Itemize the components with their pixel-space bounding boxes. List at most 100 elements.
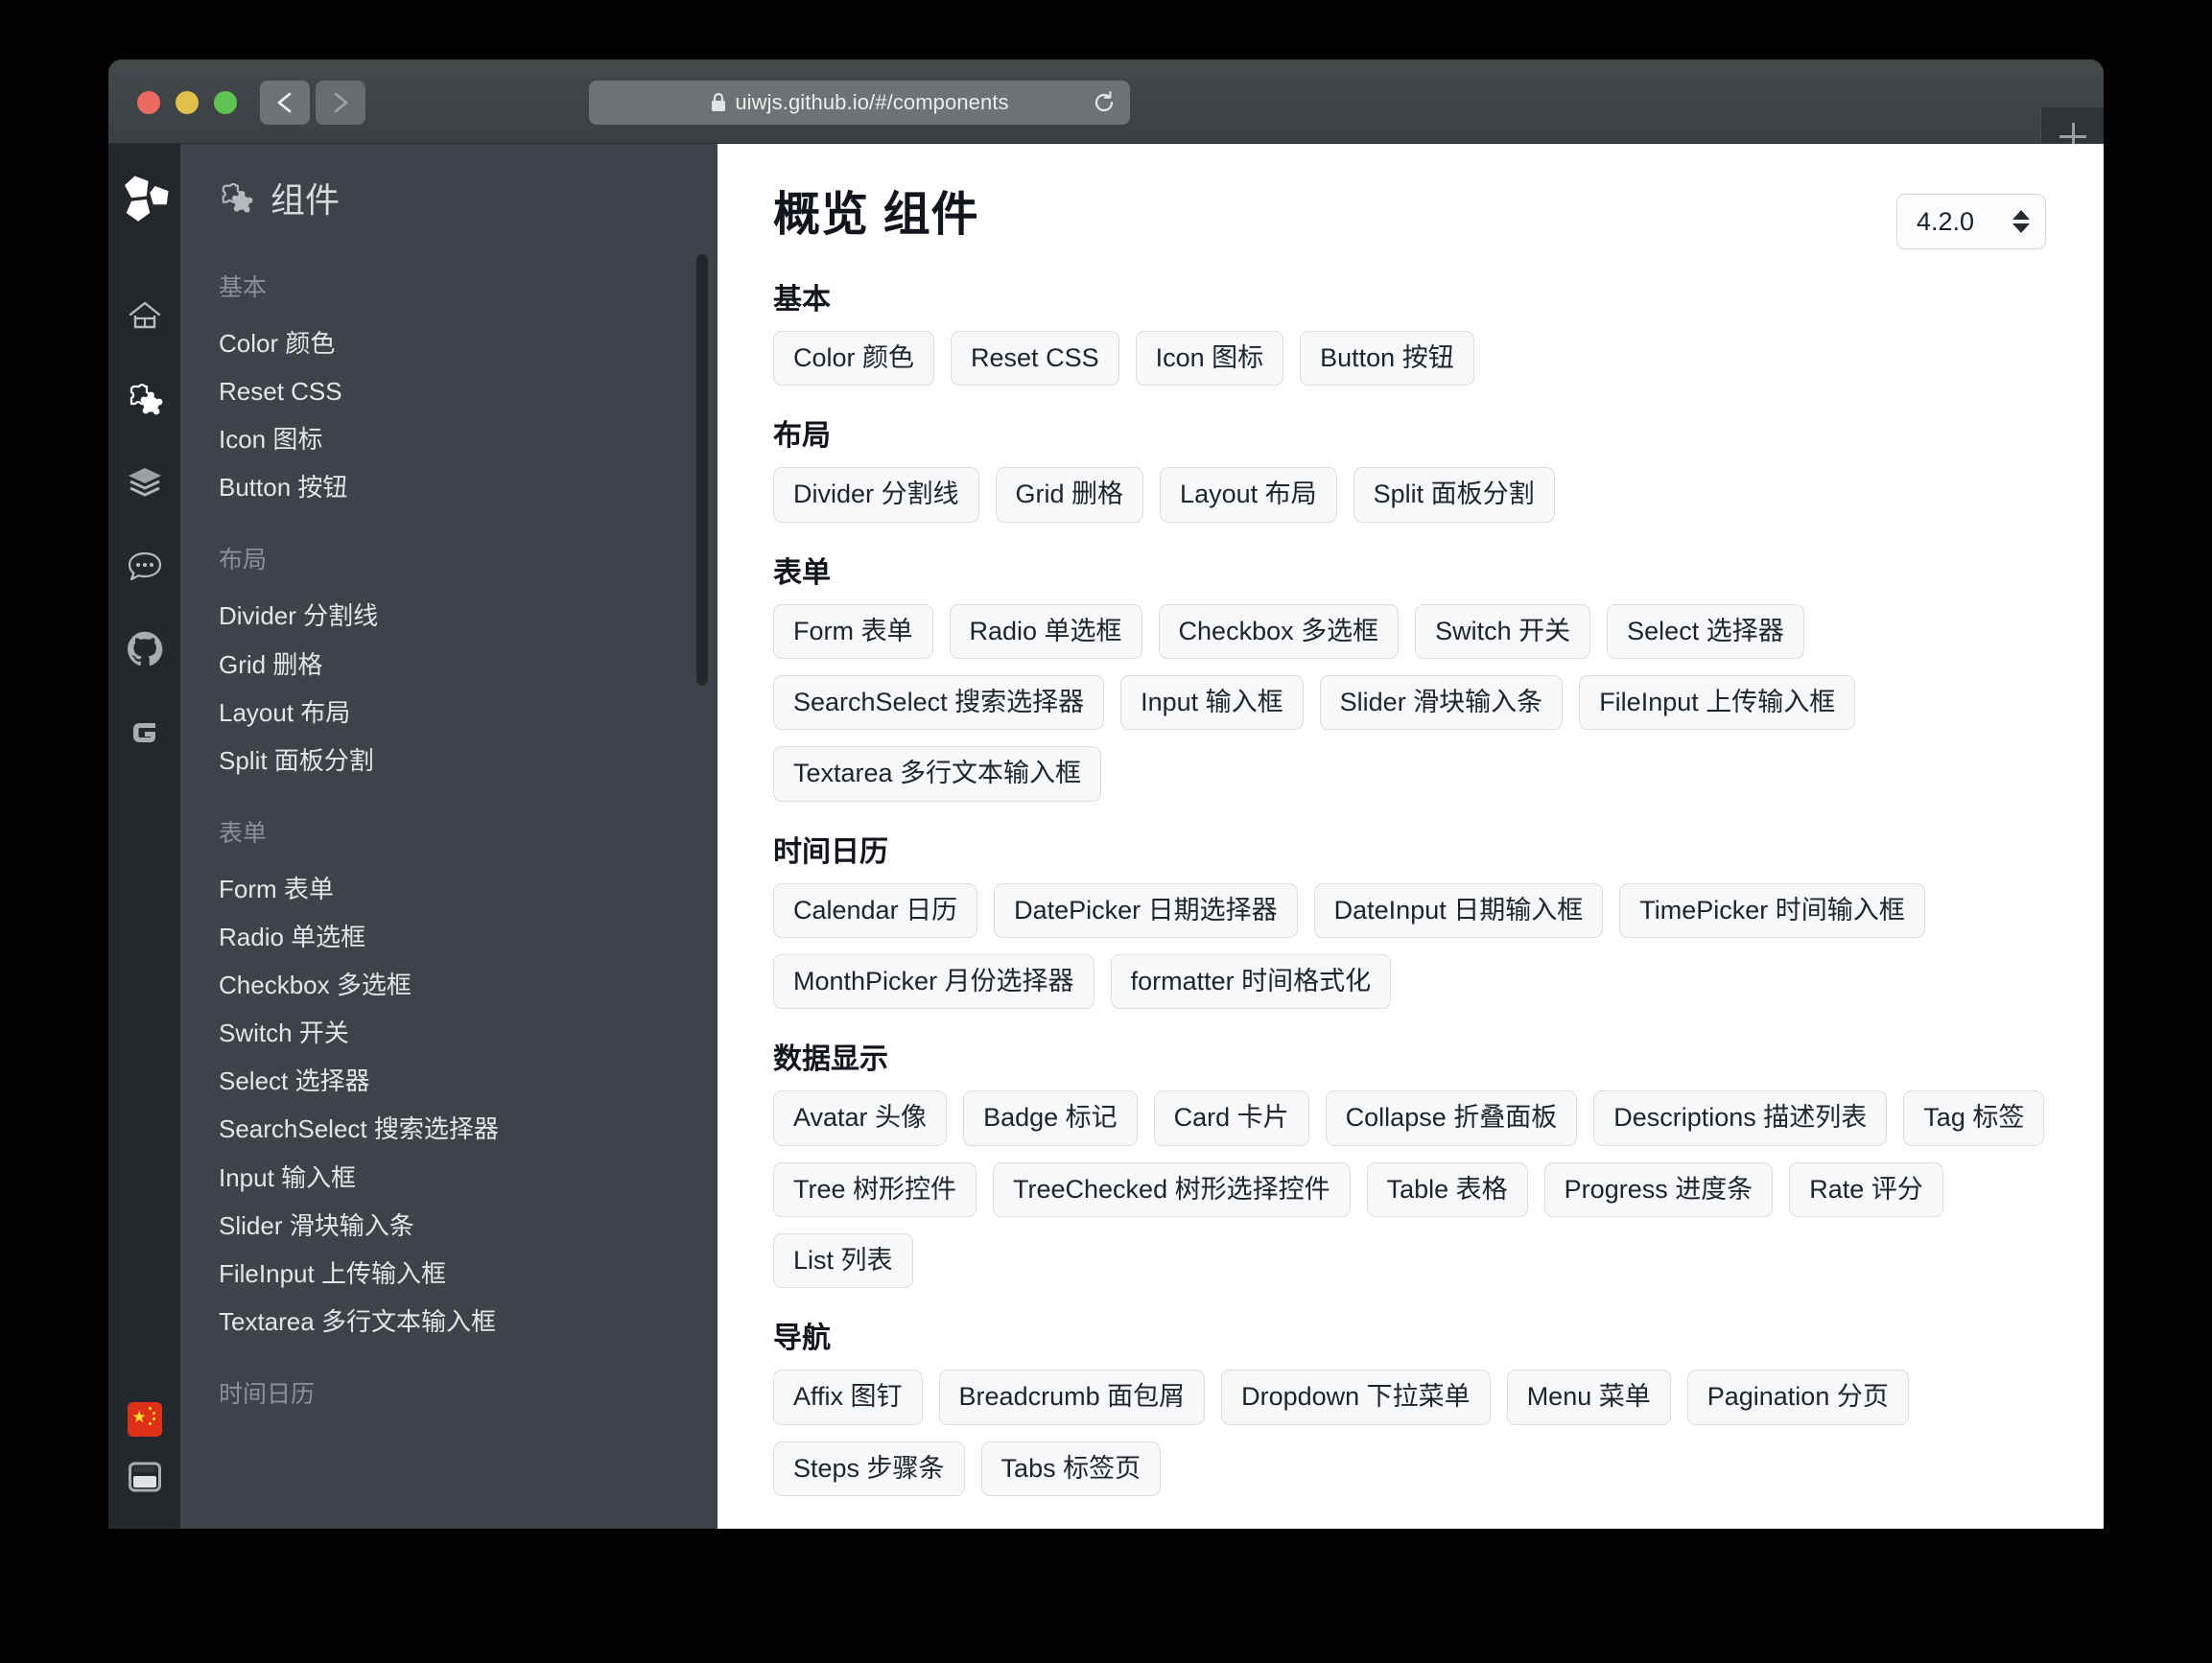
chip-row: Color 颜色 Reset CSS Icon 图标 Button 按钮 xyxy=(773,331,2046,386)
nav-group-label: 布局 xyxy=(219,547,268,574)
component-link-chip[interactable]: Affix 图钉 xyxy=(773,1370,923,1425)
sidebar-nav-item[interactable]: Split 面板分割 xyxy=(219,738,718,785)
sidebar-nav-item[interactable]: Input 输入框 xyxy=(219,1155,718,1203)
component-link-chip[interactable]: Progress 进度条 xyxy=(1543,1161,1774,1218)
version-select[interactable]: 4.2.0 xyxy=(1896,194,2046,249)
chevron-left-icon xyxy=(277,92,292,113)
component-section: 数据显示 Avatar 头像 Badge 标记 Card 卡片 Collapse 折叠面… xyxy=(773,1045,2046,1289)
sidebar-item-github[interactable] xyxy=(125,629,165,669)
sidebar-nav-item[interactable]: Slider 滑块输入条 xyxy=(219,1203,718,1251)
window-maximize-button[interactable] xyxy=(214,91,237,114)
sidebar-scrollbar[interactable] xyxy=(696,254,708,686)
component-link-chip[interactable]: Radio 单选框 xyxy=(949,603,1142,660)
component-link-chip[interactable]: Layout 布局 xyxy=(1160,467,1337,523)
uiw-logo[interactable] xyxy=(118,173,172,226)
china-flag-icon[interactable]: ★ xyxy=(127,1402,162,1437)
browser-window: uiwjs.github.io/#/components ★ 组件 基本 Col… xyxy=(108,59,2104,1529)
component-link-chip[interactable]: Menu 菜单 xyxy=(1506,1370,1671,1425)
section-title: 表单 xyxy=(773,556,831,589)
back-button[interactable] xyxy=(260,81,310,125)
address-bar[interactable]: uiwjs.github.io/#/components xyxy=(589,81,1130,125)
component-link-chip[interactable]: Avatar 头像 xyxy=(773,1090,948,1146)
component-link-chip[interactable]: Dropdown 下拉菜单 xyxy=(1221,1370,1491,1425)
flag-big-star: ★ xyxy=(131,1408,147,1426)
sidebar-nav-item[interactable]: Checkbox 多选框 xyxy=(219,962,718,1010)
component-link-chip[interactable]: TreeChecked 树形选择控件 xyxy=(993,1161,1351,1218)
component-link-chip[interactable]: Reset CSS xyxy=(951,331,1119,386)
window-minimize-button[interactable] xyxy=(176,91,199,114)
component-link-chip[interactable]: Switch 开关 xyxy=(1415,603,1591,660)
section-title: 导航 xyxy=(773,1323,831,1355)
sidebar-item-gitee[interactable] xyxy=(125,713,165,753)
sidebar-item-discussion[interactable] xyxy=(125,546,165,586)
home-icon xyxy=(129,301,160,329)
component-section: 表单 Form 表单 Radio 单选框 Checkbox 多选框 Switch 开关 S… xyxy=(773,556,2046,802)
component-link-chip[interactable]: Grid 删格 xyxy=(995,467,1144,523)
component-link-chip[interactable]: Checkbox 多选框 xyxy=(1158,603,1400,660)
component-link-chip[interactable]: Collapse 折叠面板 xyxy=(1325,1090,1578,1146)
nav-group-label: 表单 xyxy=(219,819,268,847)
component-link-chip[interactable]: Calendar 日历 xyxy=(773,882,978,939)
sidebar-nav-item[interactable]: Reset CSS xyxy=(219,368,718,416)
nav-sidebar-title: 组件 xyxy=(219,173,718,223)
component-link-chip[interactable]: Split 面板分割 xyxy=(1353,467,1555,523)
puzzle-icon xyxy=(222,183,253,213)
component-link-chip[interactable]: Color 颜色 xyxy=(773,331,935,386)
component-link-chip[interactable]: Card 卡片 xyxy=(1153,1090,1309,1146)
sidebar-nav-item[interactable]: Layout 布局 xyxy=(219,690,718,738)
sidebar-nav-item[interactable]: Switch 开关 xyxy=(219,1010,718,1058)
sidebar-nav-item[interactable]: Textarea 多行文本输入框 xyxy=(219,1299,718,1347)
component-link-chip[interactable]: Steps 步骤条 xyxy=(773,1440,965,1497)
component-link-chip[interactable]: Button 按钮 xyxy=(1300,331,1474,386)
component-section: 时间日历 Calendar 日历 DatePicker 日期选择器 DateInput… xyxy=(773,835,2046,1010)
sidebar-item-layers[interactable] xyxy=(125,462,165,503)
component-link-chip[interactable]: DateInput 日期输入框 xyxy=(1313,882,1604,939)
sidebar-item-components[interactable] xyxy=(125,379,165,419)
component-link-chip[interactable]: Table 表格 xyxy=(1366,1161,1528,1218)
component-link-chip[interactable]: Form 表单 xyxy=(773,603,933,660)
component-link-chip[interactable]: Divider 分割线 xyxy=(773,467,979,523)
sidebar-nav-item[interactable]: Divider 分割线 xyxy=(219,593,718,641)
sidebar-nav-item[interactable]: Button 按钮 xyxy=(219,464,718,512)
layout-toggle-icon[interactable] xyxy=(128,1460,162,1494)
component-link-chip[interactable]: Descriptions 描述列表 xyxy=(1593,1090,1888,1146)
sidebar-item-home[interactable] xyxy=(125,295,165,336)
section-title: 基本 xyxy=(773,284,831,316)
page-content: ★ 组件 基本 Color 颜色 Reset CSS Icon 图标 Butto… xyxy=(108,144,2104,1529)
chip-row: Form 表单 Radio 单选框 Checkbox 多选框 Switch 开关 Sel… xyxy=(773,603,2046,802)
component-link-chip[interactable]: Icon 图标 xyxy=(1135,331,1284,386)
sidebar-nav-item[interactable]: Icon 图标 xyxy=(219,416,718,464)
component-link-chip[interactable]: DatePicker 日期选择器 xyxy=(994,882,1298,939)
lock-icon xyxy=(712,92,726,111)
component-link-chip[interactable]: Select 选择器 xyxy=(1607,603,1804,660)
component-link-chip[interactable]: List 列表 xyxy=(773,1233,913,1289)
sidebar-nav-item[interactable]: FileInput 上传输入框 xyxy=(219,1251,718,1299)
component-link-chip[interactable]: Slider 滑块输入条 xyxy=(1319,675,1564,731)
component-link-chip[interactable]: Badge 标记 xyxy=(963,1090,1138,1146)
component-sections: 基本 Color 颜色 Reset CSS Icon 图标 Button 按钮 布局 Div… xyxy=(773,284,2046,1497)
component-link-chip[interactable]: Rate 评分 xyxy=(1789,1161,1943,1218)
component-link-chip[interactable]: Tabs 标签页 xyxy=(980,1440,1162,1497)
sidebar-nav-item[interactable]: Radio 单选框 xyxy=(219,914,718,962)
sidebar-nav-item[interactable]: SearchSelect 搜索选择器 xyxy=(219,1106,718,1154)
forward-button[interactable] xyxy=(316,81,365,125)
component-link-chip[interactable]: Input 输入框 xyxy=(1120,675,1304,731)
component-link-chip[interactable]: Tag 标签 xyxy=(1903,1090,2045,1146)
component-link-chip[interactable]: TimePicker 时间输入框 xyxy=(1619,882,1925,939)
component-link-chip[interactable]: FileInput 上传输入框 xyxy=(1579,675,1856,731)
component-link-chip[interactable]: Textarea 多行文本输入框 xyxy=(773,746,1102,802)
reload-button[interactable] xyxy=(1088,86,1120,119)
sidebar-nav-item[interactable]: Grid 删格 xyxy=(219,642,718,690)
sidebar-nav-item[interactable]: Color 颜色 xyxy=(219,320,718,368)
component-link-chip[interactable]: Pagination 分页 xyxy=(1686,1370,1909,1425)
component-link-chip[interactable]: MonthPicker 月份选择器 xyxy=(773,954,1094,1010)
window-close-button[interactable] xyxy=(137,91,160,114)
section-title: 时间日历 xyxy=(773,835,888,868)
sidebar-nav-item[interactable]: Form 表单 xyxy=(219,866,718,914)
sidebar-nav-item[interactable]: Select 选择器 xyxy=(219,1058,718,1106)
component-link-chip[interactable]: formatter 时间格式化 xyxy=(1110,954,1392,1010)
component-link-chip[interactable]: Breadcrumb 面包屑 xyxy=(938,1370,1206,1425)
component-link-chip[interactable]: SearchSelect 搜索选择器 xyxy=(773,675,1105,731)
component-link-chip[interactable]: Tree 树形控件 xyxy=(773,1161,977,1218)
nav-group-label: 时间日历 xyxy=(219,1380,316,1408)
